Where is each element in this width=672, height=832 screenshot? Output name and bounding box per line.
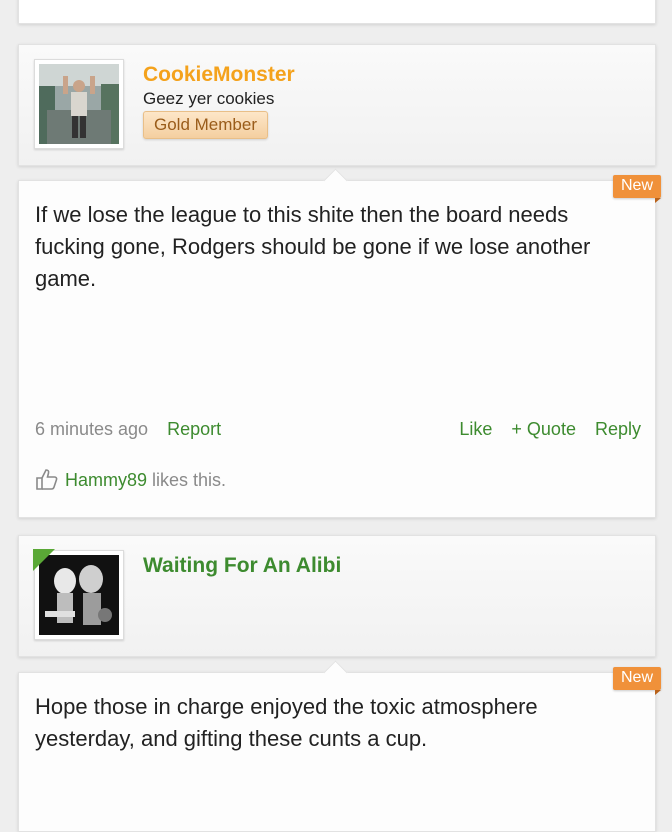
message-meta: 6 minutes ago Report Like + Quote Reply bbox=[35, 419, 641, 440]
report-link[interactable]: Report bbox=[167, 419, 221, 439]
message-actions: Like + Quote Reply bbox=[445, 419, 641, 440]
avatar-image bbox=[39, 64, 119, 144]
message-pointer bbox=[323, 660, 348, 685]
message-text: Hope those in charge enjoyed the toxic a… bbox=[35, 694, 538, 751]
post-time[interactable]: 6 minutes ago bbox=[35, 419, 148, 439]
liker-link[interactable]: Hammy89 bbox=[65, 470, 147, 490]
message-pointer bbox=[323, 168, 348, 193]
like-link[interactable]: Like bbox=[459, 419, 492, 439]
avatar[interactable] bbox=[34, 59, 124, 149]
member-badge: Gold Member bbox=[143, 111, 268, 139]
new-tag: New bbox=[612, 175, 662, 203]
new-tag: New bbox=[612, 667, 662, 695]
likes-suffix: likes this. bbox=[147, 470, 227, 490]
user-info-card: CookieMonster Geez yer cookies Gold Memb… bbox=[18, 44, 656, 166]
online-indicator bbox=[33, 549, 55, 571]
quote-link[interactable]: + Quote bbox=[511, 419, 576, 439]
message-card: New If we lose the league to this shite … bbox=[18, 168, 662, 518]
likes-summary: Hammy89 likes this. bbox=[35, 468, 226, 491]
message-text: If we lose the league to this shite then… bbox=[35, 202, 591, 291]
thumbs-up-icon bbox=[36, 469, 58, 490]
message-card: New Hope those in charge enjoyed the tox… bbox=[18, 660, 662, 832]
username-link[interactable]: CookieMonster bbox=[143, 63, 295, 87]
previous-post-card bbox=[18, 0, 656, 24]
username-link[interactable]: Waiting For An Alibi bbox=[143, 554, 341, 578]
user-info-card: Waiting For An Alibi bbox=[18, 535, 656, 657]
user-title: Geez yer cookies bbox=[143, 89, 275, 108]
reply-link[interactable]: Reply bbox=[595, 419, 641, 439]
